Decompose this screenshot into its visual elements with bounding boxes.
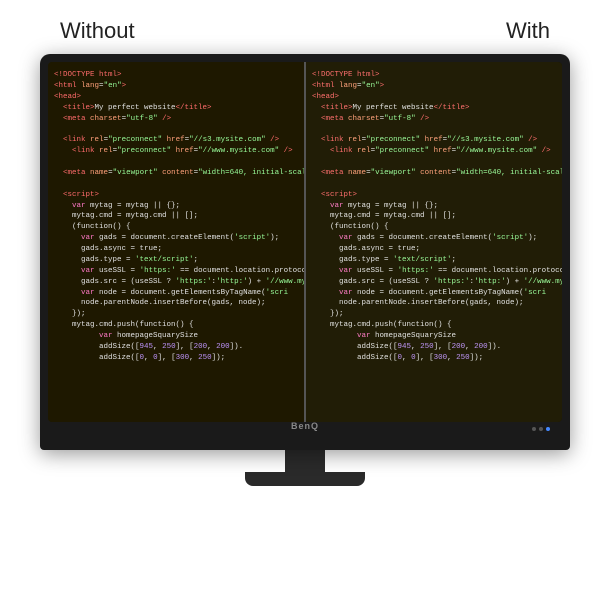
monitor-wrapper: <!DOCTYPE html> <html lang="en"> <head> … (40, 54, 570, 486)
control-dot-2[interactable] (539, 427, 543, 431)
power-indicator (546, 427, 550, 431)
monitor-screen: <!DOCTYPE html> <html lang="en"> <head> … (48, 62, 562, 422)
monitor-controls (532, 427, 550, 431)
control-dot-1[interactable] (532, 427, 536, 431)
labels-row: Without With (0, 0, 610, 54)
screen-divider (304, 62, 306, 422)
label-with: With (506, 18, 550, 44)
code-panel-right: <!DOCTYPE html> <html lang="en"> <head> … (306, 62, 562, 422)
comparison-container: Without With <!DOCTYPE html> <html lang=… (0, 0, 610, 610)
brand-logo: BenQ (291, 421, 319, 431)
monitor-bezel: <!DOCTYPE html> <html lang="en"> <head> … (40, 54, 570, 450)
monitor-neck (285, 450, 325, 472)
monitor-base (245, 472, 365, 486)
code-panel-left: <!DOCTYPE html> <html lang="en"> <head> … (48, 62, 304, 422)
label-without: Without (60, 18, 135, 44)
